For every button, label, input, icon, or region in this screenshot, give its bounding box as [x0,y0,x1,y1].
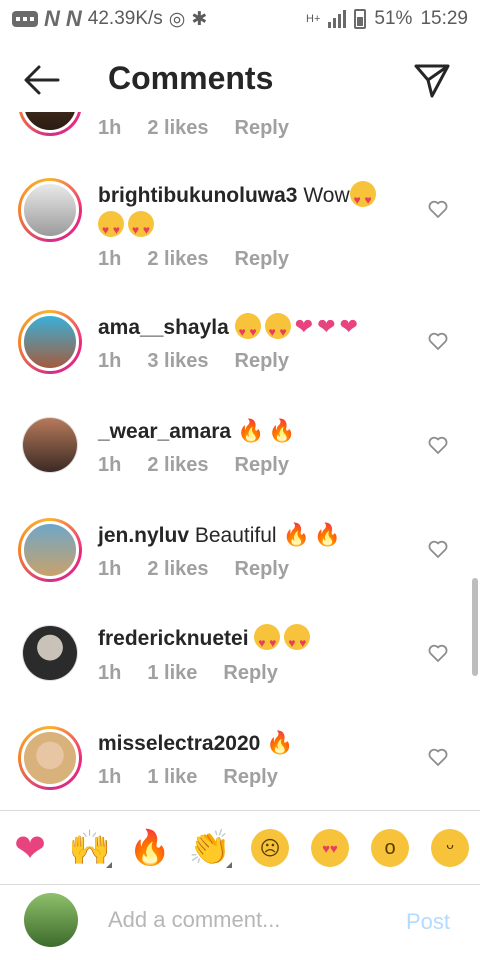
heart-eyes-emoji [234,313,261,347]
heart-eyes-emoji [254,624,281,658]
avatar[interactable] [18,112,82,136]
raising-hands-icon: 🙌 [68,829,112,867]
fire-emoji: 🔥 [236,418,265,443]
comment-time: 1h [98,248,122,270]
comment-text: Beautiful [194,524,277,547]
header: Comments [0,40,480,120]
pink-heart-emoji: ❤ [294,314,314,339]
comment-time: 1h [98,766,122,788]
comment-time: 1h [98,350,122,372]
grinning-face-reaction-button[interactable]: ᵕ [424,822,476,874]
reply-button[interactable]: Reply [235,454,289,477]
surprised-face-reaction-button[interactable]: o [364,822,416,874]
n-notification-icon: N [44,6,60,31]
avatar[interactable] [18,310,82,374]
heart-eyes-icon: ♥♥ [311,829,349,867]
comment-list[interactable]: 1h 2 likes Reply brightibukunoluwa3 Wow … [0,112,480,810]
page-title: Comments [108,60,274,96]
scrollbar[interactable] [472,578,478,676]
comment-likes[interactable]: 1 like [147,662,197,685]
raising-hands-reaction-button[interactable]: 🙌 [64,822,116,874]
comment-time: 1h [98,558,122,580]
network-type: H+ [306,13,321,25]
comment-input[interactable] [108,907,388,933]
avatar[interactable] [18,178,82,242]
comment-username[interactable]: _wear_amara [98,420,231,443]
pink-heart-emoji: ❤ [339,314,358,339]
fire-emoji: 🔥 [282,522,310,547]
like-heart-icon[interactable] [428,436,448,454]
like-heart-icon[interactable] [428,644,448,662]
red-heart-reaction-button[interactable]: ❤ [4,822,56,874]
quick-reactions-bar: ❤ 🙌 🔥 👏 ☹ ♥♥ o ᵕ [0,816,480,880]
back-arrow-icon[interactable] [22,62,62,98]
heart-eyes-emoji [264,313,291,347]
fire-reaction-button[interactable]: 🔥 [124,822,176,874]
grinning-face-icon: ᵕ [431,829,469,867]
battery-percent: 51% [374,8,413,29]
like-heart-icon[interactable] [428,748,448,766]
bluetooth-icon: ✱ [191,8,208,30]
avatar[interactable] [18,518,82,582]
post-button[interactable]: Post [406,909,450,935]
comment-likes[interactable]: 3 likes [147,350,208,373]
send-direct-icon[interactable] [412,60,452,100]
message-notification-icon [12,11,38,27]
red-heart-icon: ❤ [14,827,46,870]
reply-button[interactable]: Reply [235,350,289,373]
comment-time: 1h [98,662,122,684]
heart-eyes-emoji [284,624,311,658]
heart-eyes-emoji [98,211,124,245]
divider [0,810,480,811]
comment-username[interactable]: fredericknuetei [98,627,249,650]
network-speed: 42.39K/s [87,8,163,29]
status-bar: N N 42.39K/s ◎ ✱ H+ 51% 15:29 [0,0,480,38]
comment-time: 1h [98,454,122,476]
comment-time: 1h [98,117,122,139]
heart-eyes-emoji [128,211,154,245]
comment-username[interactable]: jen.nyluv [98,524,189,547]
avatar[interactable] [18,726,82,790]
clapping-hands-reaction-button[interactable]: 👏 [184,822,236,874]
n-notification-icon-2: N [65,6,82,31]
signal-icon [328,10,347,28]
hotspot-icon: ◎ [168,8,186,30]
avatar[interactable] [22,625,78,681]
comment-likes[interactable]: 2 likes [147,117,208,140]
comment-username[interactable]: brightibukunoluwa3 [98,184,298,207]
fire-emoji: 🔥 [268,418,296,443]
reply-button[interactable]: Reply [235,558,289,581]
reply-button[interactable]: Reply [223,766,277,789]
fire-emoji: 🔥 [313,522,342,547]
comment-text: Wow [303,184,350,207]
clock: 15:29 [420,8,468,29]
comment-composer: Post [0,885,480,960]
heart-eyes-reaction-button[interactable]: ♥♥ [304,822,356,874]
comment-likes[interactable]: 2 likes [147,248,208,271]
heart-eyes-emoji [349,181,376,215]
comment-likes[interactable]: 2 likes [147,454,208,477]
sad-face-icon: ☹ [251,829,289,867]
sad-face-reaction-button[interactable]: ☹ [244,822,296,874]
comment-likes[interactable]: 2 likes [147,558,208,581]
reply-button[interactable]: Reply [235,248,289,271]
reply-button[interactable]: Reply [223,662,277,685]
avatar[interactable] [22,417,78,473]
fire-icon: 🔥 [128,829,172,867]
clapping-hands-icon: 👏 [188,829,232,867]
like-heart-icon[interactable] [428,332,448,350]
reply-button[interactable]: Reply [235,117,289,140]
comment-username[interactable]: misselectra2020 [98,732,260,755]
like-heart-icon[interactable] [428,200,448,218]
fire-emoji: 🔥 [266,730,294,755]
surprised-face-icon: o [371,829,409,867]
comment-likes[interactable]: 1 like [147,766,197,789]
current-user-avatar[interactable] [24,893,78,947]
comment-username[interactable]: ama__shayla [98,316,229,339]
pink-heart-emoji: ❤ [317,314,336,339]
like-heart-icon[interactable] [428,540,448,558]
battery-icon [354,9,367,29]
